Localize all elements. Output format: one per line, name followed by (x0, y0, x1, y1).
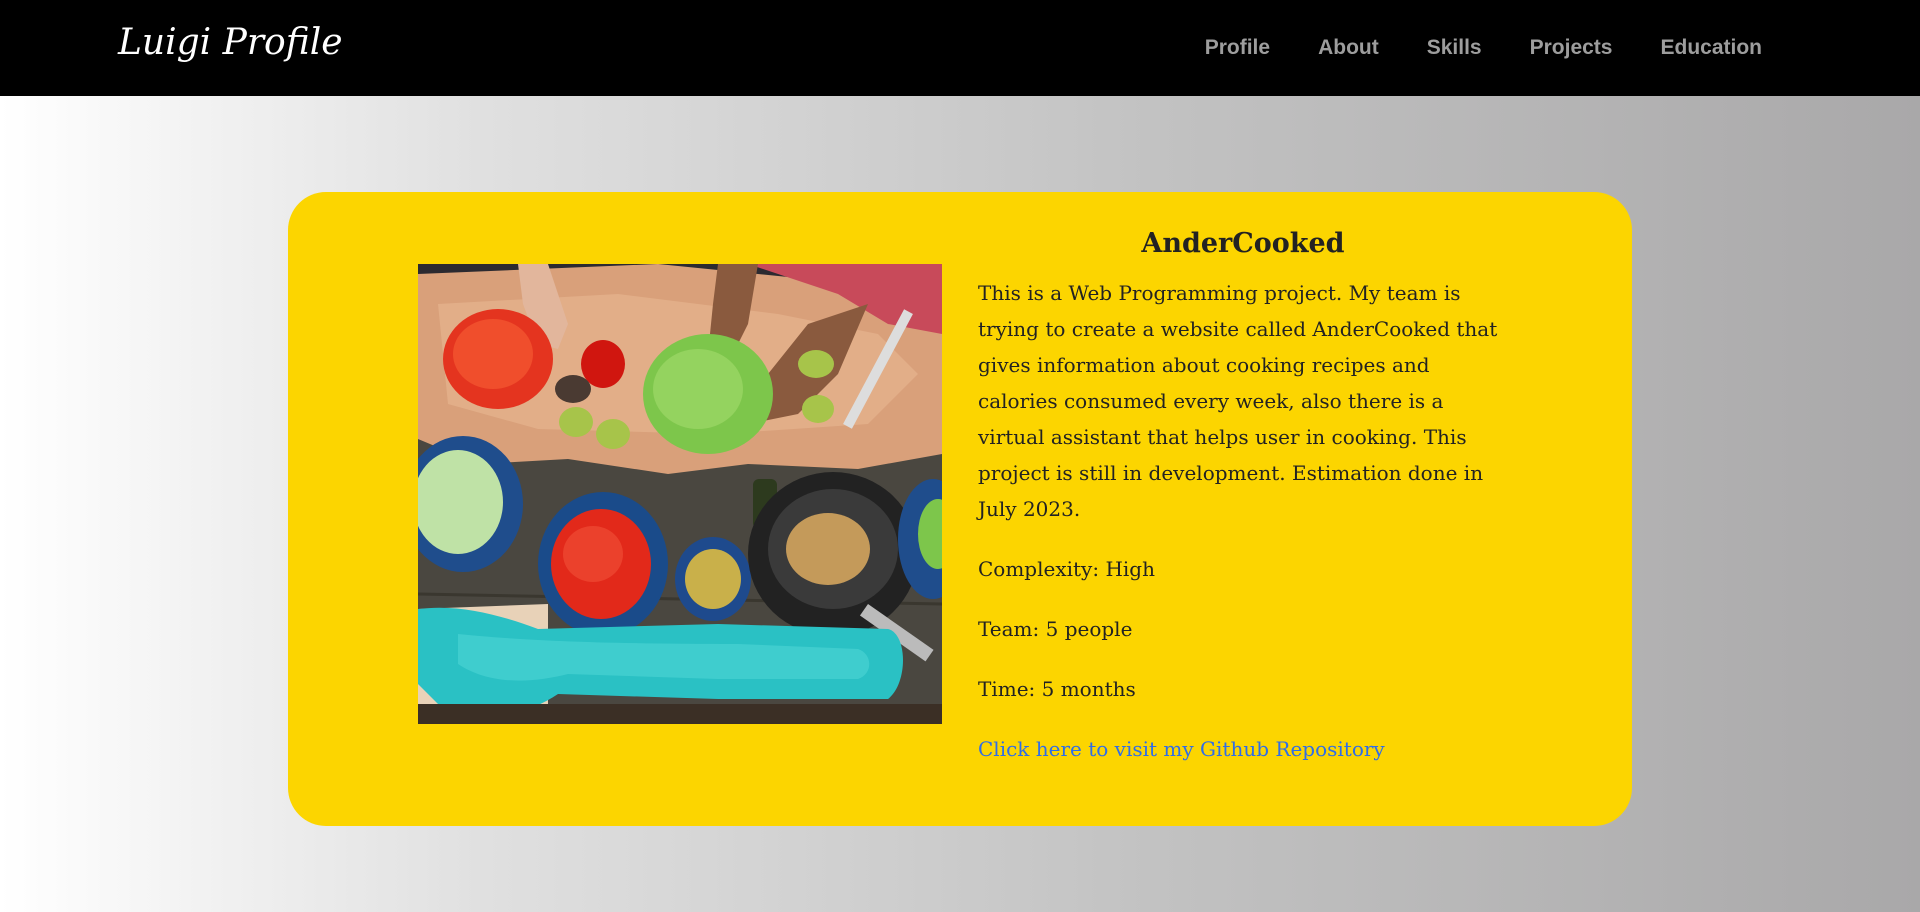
top-navbar: Luigi Profile Profile About Skills Proje… (0, 0, 1920, 96)
project-time: Time: 5 months (978, 677, 1136, 702)
project-card: AnderCooked This is a Web Programming pr… (288, 192, 1632, 826)
nav-menu: Profile About Skills Projects Education (1157, 0, 1762, 96)
cooking-photo-icon (418, 264, 942, 724)
nav-link-about[interactable]: About (1318, 36, 1379, 60)
github-repository-link[interactable]: Click here to visit my Github Repository (978, 737, 1385, 761)
project-image (418, 264, 942, 724)
project-content: AnderCooked This is a Web Programming pr… (978, 226, 1508, 767)
nav-link-profile[interactable]: Profile (1205, 36, 1270, 60)
brand-logo[interactable]: Luigi Profile (118, 22, 343, 63)
project-complexity: Complexity: High (978, 557, 1155, 582)
project-description: This is a Web Programming project. My te… (978, 281, 1498, 522)
nav-link-skills[interactable]: Skills (1427, 36, 1482, 60)
nav-link-projects[interactable]: Projects (1530, 36, 1613, 60)
nav-link-education[interactable]: Education (1660, 36, 1762, 60)
project-title: AnderCooked (1141, 228, 1345, 259)
project-team: Team: 5 people (978, 617, 1133, 642)
